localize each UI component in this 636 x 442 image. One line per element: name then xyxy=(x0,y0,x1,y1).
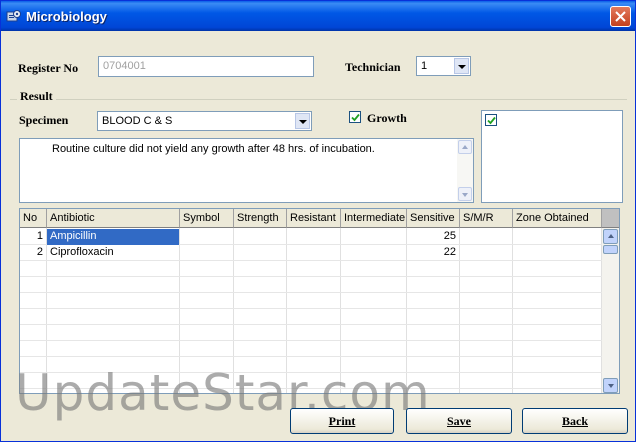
specimen-value: BLOOD C & S xyxy=(102,115,173,127)
save-button-label: Save xyxy=(447,414,471,428)
register-no-label: Register No xyxy=(18,61,79,75)
print-button-label: Print xyxy=(328,414,356,428)
growth-label: Growth xyxy=(367,111,407,125)
grid-row-line xyxy=(20,292,602,293)
grid-corner xyxy=(602,209,619,228)
scroll-up-icon[interactable] xyxy=(603,229,618,244)
window-title: Microbiology xyxy=(26,9,107,24)
register-no-field[interactable]: 0704001 xyxy=(98,56,314,77)
side-panel xyxy=(481,110,623,203)
chevron-down-icon[interactable] xyxy=(454,58,469,74)
technician-select[interactable]: 1 xyxy=(416,56,471,76)
row-2-antibiotic[interactable]: Ciprofloxacin xyxy=(47,245,179,261)
row-1-sensitive[interactable]: 25 xyxy=(407,229,459,245)
result-group-label: Result xyxy=(17,89,56,104)
row-2-no[interactable]: 2 xyxy=(20,245,46,261)
row-1-antibiotic[interactable]: Ampicillin xyxy=(47,229,179,245)
close-icon xyxy=(615,11,626,22)
row-2-sensitive[interactable]: 22 xyxy=(407,245,459,261)
grid-divider xyxy=(459,228,460,393)
specimen-label: Specimen xyxy=(19,113,69,127)
grid-row-line xyxy=(20,340,602,341)
row-1-no[interactable]: 1 xyxy=(20,229,46,245)
scroll-thumb[interactable] xyxy=(603,245,618,254)
chevron-down-icon[interactable] xyxy=(295,113,310,129)
technician-label: Technician xyxy=(345,60,401,74)
column-header-antibiotic[interactable]: Antibiotic xyxy=(47,209,180,228)
close-button[interactable] xyxy=(610,6,631,27)
column-header-resistant[interactable]: Resistant xyxy=(287,209,341,228)
remarks-text: Routine culture did not yield any growth… xyxy=(52,143,375,155)
back-button-label: Back xyxy=(561,414,588,428)
side-panel-checkbox[interactable] xyxy=(485,114,497,126)
growth-checkbox[interactable] xyxy=(349,111,361,123)
remarks-scrollbar[interactable] xyxy=(457,139,473,202)
grid-divider xyxy=(512,228,513,393)
grid-scrollbar[interactable] xyxy=(602,228,619,393)
remarks-textarea[interactable]: Routine culture did not yield any growth… xyxy=(19,138,474,203)
grid-row-line xyxy=(20,324,602,325)
save-button[interactable]: Save xyxy=(406,408,512,434)
column-header-intermediate[interactable]: Intermediate xyxy=(341,209,407,228)
result-group-border xyxy=(10,99,627,100)
microbiology-window: Microbiology Register No 0704001 Technic… xyxy=(0,0,636,442)
grid-row-line xyxy=(20,276,602,277)
grid-row-line xyxy=(20,308,602,309)
title-bar[interactable]: Microbiology xyxy=(1,1,635,31)
checkmark-icon xyxy=(351,113,360,122)
scroll-down-icon[interactable] xyxy=(458,187,472,201)
column-header-no[interactable]: No xyxy=(20,209,47,228)
back-button[interactable]: Back xyxy=(522,408,628,434)
column-header-sensitive[interactable]: Sensitive xyxy=(407,209,460,228)
checkmark-icon xyxy=(487,116,496,125)
gear-app-icon xyxy=(6,10,21,22)
grid-row-line xyxy=(20,356,602,357)
specimen-select[interactable]: BLOOD C & S xyxy=(97,111,312,131)
scroll-up-icon[interactable] xyxy=(458,140,472,154)
print-button[interactable]: Print xyxy=(290,408,394,434)
scroll-down-icon[interactable] xyxy=(603,378,618,393)
column-header-symbol[interactable]: Symbol xyxy=(180,209,234,228)
column-header-zone-obtained[interactable]: Zone Obtained xyxy=(513,209,602,228)
column-header-smr[interactable]: S/M/R xyxy=(460,209,513,228)
technician-value: 1 xyxy=(421,60,428,72)
column-header-strength[interactable]: Strength xyxy=(234,209,287,228)
